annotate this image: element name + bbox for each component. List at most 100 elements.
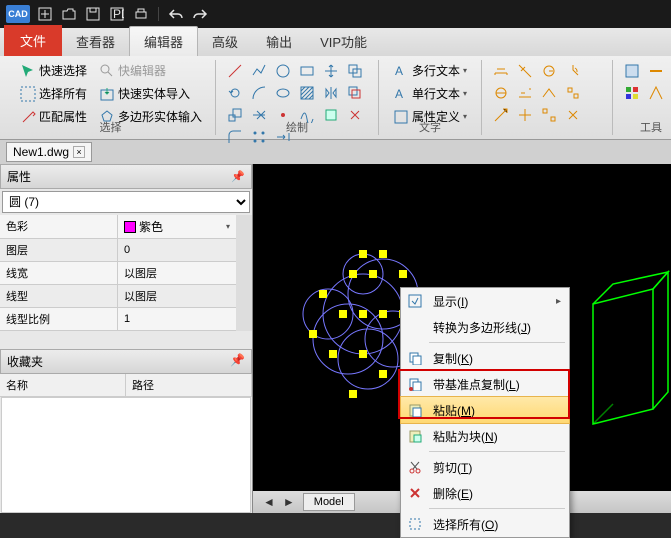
menu-bar: 文件 查看器 编辑器 高级 输出 VIP功能 [0,28,671,56]
dim12-icon[interactable] [564,106,582,124]
color-swatch[interactable] [124,221,136,233]
menu-file[interactable]: 文件 [4,25,62,56]
dim8-icon[interactable] [564,84,582,102]
tool3-icon[interactable] [623,84,641,102]
ctx-select-all[interactable]: 选择所有(O) [401,511,569,537]
import-solid-button[interactable]: 快速实体导入 [95,83,194,104]
copy-tool-icon[interactable] [346,62,364,80]
ellipse-icon[interactable] [274,84,292,102]
ribbon: 快速选择 快编辑器 选择所有 快速实体导入 匹配属性 多边形实体输入 选择 [0,56,671,140]
polyline-icon[interactable] [250,62,268,80]
svg-text:PDF: PDF [113,7,124,21]
move-icon[interactable] [322,62,340,80]
dim10-icon[interactable] [516,106,534,124]
prop-value[interactable]: 以图层 [118,285,236,307]
ctx-copy[interactable]: 复制(K) [401,345,569,371]
stext-button[interactable]: A单行文本▾ [389,83,471,104]
quick-select-button[interactable]: 快速选择 [16,60,91,81]
arc-icon[interactable] [250,84,268,102]
scrollbar[interactable] [236,215,252,331]
quick-edit-button[interactable]: 快编辑器 [95,60,170,81]
redo-icon[interactable] [191,5,209,23]
dim6-icon[interactable] [516,84,534,102]
dim3-icon[interactable] [540,62,558,80]
ctx-delete[interactable]: 删除(E) [401,480,569,506]
col-path[interactable]: 路径 [126,374,252,396]
ribbon-group-select: 快速选择 快编辑器 选择所有 快速实体导入 匹配属性 多边形实体输入 选择 [6,60,216,135]
prop-value[interactable]: 1 [118,308,236,330]
left-panel: 属性 📌 圆 (7) 色彩紫色▾ 图层0 线宽以图层 线型以图层 线型比例1 收… [0,164,253,513]
model-tab[interactable]: Model [303,493,355,511]
prop-key: 线型比例 [0,308,118,330]
tool4-icon[interactable] [647,84,665,102]
offset-icon[interactable] [346,84,364,102]
menu-view[interactable]: 查看器 [62,27,129,56]
print-icon[interactable] [132,5,150,23]
ctx-cut[interactable]: 剪切(T) [401,454,569,480]
document-name: New1.dwg [13,145,69,159]
dim9-icon[interactable] [492,106,510,124]
select-all-button[interactable]: 选择所有 [16,83,91,104]
mirror-icon[interactable] [322,84,340,102]
dim2-icon[interactable] [516,62,534,80]
menu-editor[interactable]: 编辑器 [129,26,198,56]
ribbon-label-draw: 绘制 [216,119,378,135]
pin-icon[interactable]: 📌 [231,170,245,183]
properties-grid: 色彩紫色▾ 图层0 线宽以图层 线型以图层 线型比例1 [0,215,236,331]
hatch-icon[interactable] [298,84,316,102]
favorites-columns: 名称 路径 [0,374,252,397]
ctx-paste-block[interactable]: 粘贴为块(N) [401,423,569,449]
prop-key: 线型 [0,285,118,307]
document-tab[interactable]: New1.dwg × [6,142,92,162]
selection-dropdown[interactable]: 圆 (7) [2,191,250,213]
undo-icon[interactable] [167,5,185,23]
rotate-icon[interactable] [226,84,244,102]
save-icon[interactable] [84,5,102,23]
dim11-icon[interactable] [540,106,558,124]
line-icon[interactable] [226,62,244,80]
col-name[interactable]: 名称 [0,374,126,396]
tab-next-icon[interactable]: ► [283,495,295,509]
mtext-button[interactable]: A多行文本▾ [389,60,471,81]
ctx-display[interactable]: 显示(I)▸ [401,288,569,314]
close-tab-icon[interactable]: × [73,146,85,158]
ribbon-group-dim [482,60,613,135]
ribbon-group-text: A多行文本▾ A单行文本▾ 属性定义▾ 文字 [379,60,482,135]
ribbon-group-tools: 工具 [613,60,671,135]
app-logo: CAD [6,5,30,23]
saveas-icon[interactable]: PDF [108,5,126,23]
tool1-icon[interactable] [623,62,641,80]
pin-icon[interactable]: 📌 [230,353,245,370]
prop-value[interactable]: 紫色 [139,218,163,235]
favorites-body [1,397,251,513]
paste-block-icon [405,427,425,445]
context-menu: 显示(I)▸ 转换为多边形线(J) 复制(K) 带基准点复制(L) 粘贴(M) … [400,287,570,538]
delete-icon [405,484,425,502]
ribbon-label-select: 选择 [6,119,215,135]
tab-prev-icon[interactable]: ◄ [263,495,275,509]
ctx-to-polyline[interactable]: 转换为多边形线(J) [401,314,569,340]
prop-value[interactable]: 以图层 [118,262,236,284]
new-icon[interactable] [36,5,54,23]
dim4-icon[interactable] [564,62,582,80]
expand-icon [405,292,425,310]
ctx-paste[interactable]: 粘贴(M) [400,396,570,424]
menu-advanced[interactable]: 高级 [198,27,252,56]
open-icon[interactable] [60,5,78,23]
dim1-icon[interactable] [492,62,510,80]
title-bar: CAD PDF [0,0,671,28]
prop-value[interactable]: 0 [118,239,236,261]
paste-icon [405,401,425,419]
menu-output[interactable]: 输出 [252,27,306,56]
prop-key: 图层 [0,239,118,261]
ctx-copy-base[interactable]: 带基准点复制(L) [401,371,569,397]
rect-icon[interactable] [298,62,316,80]
menu-vip[interactable]: VIP功能 [306,27,381,56]
circle-icon[interactable] [274,62,292,80]
dim5-icon[interactable] [492,84,510,102]
svg-text:A: A [395,64,403,78]
dim7-icon[interactable] [540,84,558,102]
tool2-icon[interactable] [647,62,665,80]
cut-icon [405,458,425,476]
svg-text:A: A [395,87,403,101]
